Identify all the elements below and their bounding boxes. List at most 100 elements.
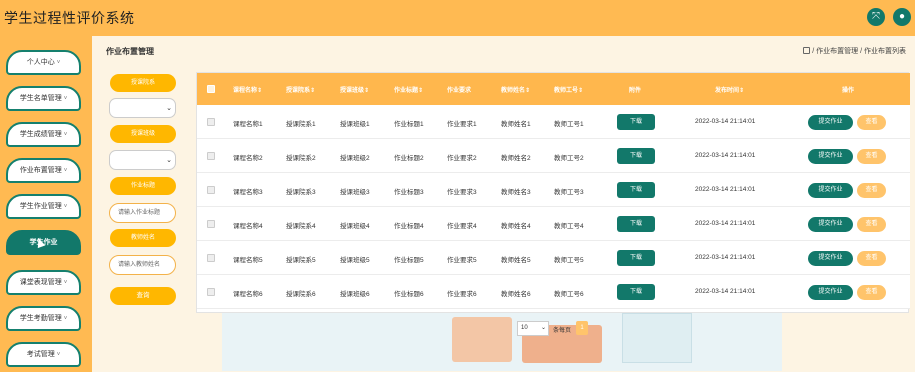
submit-assignment-button[interactable]: 提交作业 bbox=[808, 217, 853, 232]
row-checkbox[interactable] bbox=[207, 288, 215, 296]
view-button[interactable]: 查看 bbox=[857, 115, 886, 130]
download-button[interactable]: 下载 bbox=[617, 250, 655, 266]
chevron-down-icon: ˅ bbox=[63, 204, 68, 210]
sidebar-item-student-list[interactable]: 学生名单管理 ˅ bbox=[6, 86, 81, 111]
cell-department: 授课院系1 bbox=[286, 121, 316, 128]
chevron-down-icon: ˅ bbox=[63, 96, 68, 102]
download-button[interactable]: 下载 bbox=[617, 148, 655, 164]
cell-publish-time: 2022-03-14 21:14:01 bbox=[695, 288, 756, 295]
submit-assignment-button[interactable]: 提交作业 bbox=[808, 251, 853, 266]
breadcrumb-trail: / 作业布置管理 / 作业布置列表 bbox=[803, 46, 906, 56]
row-checkbox[interactable] bbox=[207, 254, 215, 262]
submit-assignment-button[interactable]: 提交作业 bbox=[808, 149, 853, 164]
submit-assignment-button[interactable]: 提交作业 bbox=[808, 183, 853, 198]
search-button[interactable]: 查询 bbox=[110, 287, 176, 305]
cell-publish-time: 2022-03-14 21:14:01 bbox=[695, 118, 756, 125]
teacher-search-input[interactable]: 请输入教师姓名 bbox=[109, 255, 176, 275]
view-button[interactable]: 查看 bbox=[857, 285, 886, 300]
cell-publish-time: 2022-03-14 21:14:01 bbox=[695, 186, 756, 193]
cell-course-name: 课程名称4 bbox=[233, 223, 263, 230]
cell-teacher-name: 教师姓名6 bbox=[501, 291, 531, 298]
table-row: 课程名称5 授课院系5 授课班级5 作业标题5 作业要求5 教师姓名5 教师工号… bbox=[197, 241, 910, 275]
user-icon[interactable]: ● bbox=[893, 8, 911, 26]
row-checkbox[interactable] bbox=[207, 118, 215, 126]
chevron-down-icon: ˅ bbox=[63, 316, 68, 322]
header-requirements: 作业要求 bbox=[447, 88, 472, 94]
header-publish-time[interactable]: 发布时间⇕ bbox=[715, 85, 744, 94]
download-button[interactable]: 下载 bbox=[617, 284, 655, 300]
header-assignment-title[interactable]: 作业标题⇕ bbox=[394, 85, 423, 94]
cell-class: 授课班级5 bbox=[340, 257, 370, 264]
select-all-checkbox[interactable] bbox=[207, 85, 215, 93]
submit-assignment-button[interactable]: 提交作业 bbox=[808, 285, 853, 300]
view-button[interactable]: 查看 bbox=[857, 149, 886, 164]
cell-publish-time: 2022-03-14 21:14:01 bbox=[695, 152, 756, 159]
row-checkbox[interactable] bbox=[207, 152, 215, 160]
header-attachment: 附件 bbox=[629, 88, 642, 94]
sidebar-item-exam[interactable]: 考试管理 ˅ bbox=[6, 342, 81, 367]
view-button[interactable]: 查看 bbox=[857, 251, 886, 266]
sidebar: 个人中心 ˅ 学生名单管理 ˅ 学生成绩管理 ˅ 作业布置管理 ˅ 学生作业管理 ˅ 学生… bbox=[0, 36, 92, 372]
cell-course-name: 课程名称5 bbox=[233, 257, 263, 264]
cell-teacher-name: 教师姓名5 bbox=[501, 257, 531, 264]
download-button[interactable]: 下载 bbox=[617, 182, 655, 198]
app-title: 学生过程性评价系统 bbox=[4, 10, 135, 26]
cell-teacher-id: 教师工号3 bbox=[554, 189, 584, 196]
row-checkbox[interactable] bbox=[207, 186, 215, 194]
page-title: 作业布置管理 bbox=[106, 47, 154, 56]
cell-assignment-title: 作业标题4 bbox=[394, 223, 424, 230]
row-checkbox[interactable] bbox=[207, 220, 215, 228]
table-header: 课程名称⇕ 授课院系⇕ 授课班级⇕ 作业标题⇕ 作业要求 教师姓名⇕ 教师工号⇕… bbox=[197, 73, 910, 105]
view-button[interactable]: 查看 bbox=[857, 217, 886, 232]
page-size-select[interactable]: 10 ⌄ bbox=[517, 321, 549, 336]
sidebar-item-attendance[interactable]: 学生考勤管理 ˅ bbox=[6, 306, 81, 331]
chevron-down-icon: ˅ bbox=[56, 60, 61, 66]
sidebar-item-personal-center[interactable]: 个人中心 ˅ bbox=[6, 50, 81, 75]
sidebar-item-assignment-publish[interactable]: 作业布置管理 ˅ bbox=[6, 158, 81, 183]
chevron-down-icon: ˅ bbox=[63, 280, 68, 286]
page-size-unit: 条每页 bbox=[553, 328, 572, 334]
cell-course-name: 课程名称3 bbox=[233, 189, 263, 196]
cell-publish-time: 2022-03-14 21:14:01 bbox=[695, 220, 756, 227]
cell-course-name: 课程名称1 bbox=[233, 121, 263, 128]
class-filter-label: 授课班级 bbox=[110, 125, 176, 143]
cell-department: 授课院系4 bbox=[286, 223, 316, 230]
fullscreen-icon[interactable]: ⤧ bbox=[867, 8, 885, 26]
header-teacher-id[interactable]: 教师工号⇕ bbox=[554, 85, 583, 94]
cell-class: 授课班级2 bbox=[340, 155, 370, 162]
chevron-down-icon: ⌄ bbox=[166, 105, 172, 112]
cell-assignment-title: 作业标题6 bbox=[394, 291, 424, 298]
chevron-down-icon: ˅ bbox=[56, 352, 61, 358]
cell-teacher-name: 教师姓名2 bbox=[501, 155, 531, 162]
header-department[interactable]: 授课院系⇕ bbox=[286, 85, 315, 94]
cell-requirements: 作业要求3 bbox=[447, 189, 477, 196]
chevron-down-icon: ˅ bbox=[63, 132, 68, 138]
download-button[interactable]: 下载 bbox=[617, 216, 655, 232]
table-row: 课程名称6 授课院系6 授课班级6 作业标题6 作业要求6 教师姓名6 教师工号… bbox=[197, 275, 910, 309]
department-filter-label: 授课院系 bbox=[110, 74, 176, 92]
class-select[interactable]: ⌄ bbox=[109, 150, 176, 170]
cell-assignment-title: 作业标题2 bbox=[394, 155, 424, 162]
cell-teacher-name: 教师姓名3 bbox=[501, 189, 531, 196]
cell-class: 授课班级4 bbox=[340, 223, 370, 230]
table-row: 课程名称4 授课院系4 授课班级4 作业标题4 作业要求4 教师姓名4 教师工号… bbox=[197, 207, 910, 241]
download-button[interactable]: 下载 bbox=[617, 114, 655, 130]
page-number-button[interactable]: 1 bbox=[576, 321, 588, 335]
teacher-filter-label: 教师姓名 bbox=[110, 229, 176, 247]
header-class[interactable]: 授课班级⇕ bbox=[340, 85, 369, 94]
cell-publish-time: 2022-03-14 21:14:01 bbox=[695, 254, 756, 261]
sidebar-item-student-assignments[interactable]: 学生作业管理 ˅ bbox=[6, 194, 81, 219]
view-button[interactable]: 查看 bbox=[857, 183, 886, 198]
sidebar-item-student-grades[interactable]: 学生成绩管理 ˅ bbox=[6, 122, 81, 147]
chevron-down-icon: ⌄ bbox=[166, 157, 172, 164]
home-icon[interactable] bbox=[803, 47, 811, 54]
submit-assignment-button[interactable]: 提交作业 bbox=[808, 115, 853, 130]
title-search-input[interactable]: 请输入作业标题 bbox=[109, 203, 176, 223]
top-bar: 学生过程性评价系统 ⤧ ● bbox=[0, 0, 915, 36]
department-select[interactable]: ⌄ bbox=[109, 98, 176, 118]
header-course-name[interactable]: 课程名称⇕ bbox=[233, 85, 262, 94]
sidebar-item-class-performance[interactable]: 课堂表现管理 ˅ bbox=[6, 270, 81, 295]
cell-teacher-id: 教师工号4 bbox=[554, 223, 584, 230]
cell-teacher-id: 教师工号2 bbox=[554, 155, 584, 162]
header-teacher-name[interactable]: 教师姓名⇕ bbox=[501, 85, 530, 94]
